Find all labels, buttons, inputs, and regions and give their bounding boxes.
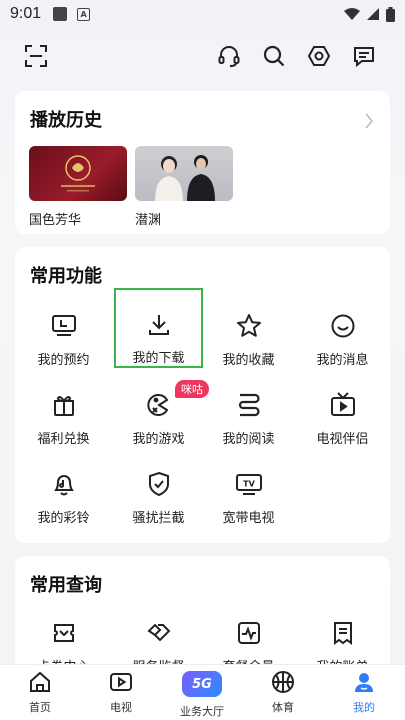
chevron-right-icon[interactable] xyxy=(364,113,374,129)
book-icon xyxy=(234,390,264,420)
status-right xyxy=(344,6,395,22)
headset-icon[interactable] xyxy=(215,42,243,70)
function-item-download[interactable]: 我的下载 xyxy=(114,288,203,368)
nav-label: 我的 xyxy=(353,701,375,714)
nav-sports[interactable]: 体育 xyxy=(248,669,318,719)
bill-icon xyxy=(328,618,358,648)
status-bar: 9:01 A xyxy=(0,0,405,28)
handshake-icon xyxy=(144,618,174,648)
function-item-reading[interactable]: 我的阅读 xyxy=(206,384,291,456)
notification-a-icon: A xyxy=(77,7,91,21)
search-icon[interactable] xyxy=(260,42,288,70)
svg-text:TV: TV xyxy=(243,480,255,489)
game-icon xyxy=(144,390,174,420)
star-icon xyxy=(234,311,264,341)
basketball-icon xyxy=(270,669,296,695)
nav-label: 电视 xyxy=(110,701,132,714)
play-tv-icon xyxy=(108,669,134,695)
function-item-tv-companion[interactable]: 电视伴侣 xyxy=(300,384,385,456)
user-icon xyxy=(351,669,377,695)
nav-label: 首页 xyxy=(29,701,51,714)
bell-icon xyxy=(49,469,79,499)
tv-reserve-icon xyxy=(49,311,79,341)
download-icon xyxy=(144,310,174,339)
nav-home[interactable]: 首页 xyxy=(5,669,75,719)
function-item-reserve[interactable]: 我的预约 xyxy=(21,305,106,377)
function-item-messages[interactable]: 我的消息 xyxy=(300,305,385,377)
function-label: 我的预约 xyxy=(37,353,90,368)
history-thumbnail[interactable] xyxy=(29,146,127,201)
nav-label: 业务大厅 xyxy=(180,705,224,718)
history-title: 播放历史 xyxy=(30,110,102,131)
function-item-ringtone[interactable]: 我的彩铃 xyxy=(21,463,106,535)
signal-icon xyxy=(367,8,379,20)
function-label: 宽带电视 xyxy=(222,511,275,526)
top-bar xyxy=(0,36,405,76)
notification-square-icon xyxy=(53,7,68,21)
function-label: 福利兑换 xyxy=(37,432,90,447)
function-label: 我的消息 xyxy=(316,353,369,368)
function-label: 我的彩铃 xyxy=(37,511,90,526)
pulse-icon xyxy=(234,618,264,648)
migu-badge: 咪咕 xyxy=(175,380,209,398)
coupon-icon xyxy=(49,618,79,648)
nav-mine[interactable]: 我的 xyxy=(329,669,399,719)
function-item-favorites[interactable]: 我的收藏 xyxy=(206,305,291,377)
function-label: 我的阅读 xyxy=(222,432,275,447)
function-label: 电视伴侣 xyxy=(316,432,369,447)
smile-message-icon xyxy=(328,311,358,341)
function-label: 骚扰拦截 xyxy=(132,511,185,526)
scan-icon[interactable] xyxy=(22,42,50,70)
function-label: 我的收藏 xyxy=(222,353,275,368)
function-label: 我的下载 xyxy=(132,351,185,366)
5g-icon: 5G xyxy=(182,671,222,697)
wifi-icon xyxy=(344,8,360,20)
bottom-nav: 首页 电视 5G 业务大厅 体育 我的 xyxy=(0,664,405,720)
queries-title: 常用查询 xyxy=(30,575,102,596)
function-item-gift[interactable]: 福利兑换 xyxy=(21,384,106,456)
settings-icon[interactable] xyxy=(305,42,333,70)
history-item-label[interactable]: 国色芳华 xyxy=(29,209,81,228)
nav-tv[interactable]: 电视 xyxy=(86,669,156,719)
nav-label: 体育 xyxy=(272,701,294,714)
message-icon[interactable] xyxy=(350,42,378,70)
history-card: 播放历史 国色芳华 潜渊 xyxy=(15,91,390,234)
tv-box-icon: TV xyxy=(234,469,264,499)
nav-business-hall[interactable]: 5G 业务大厅 xyxy=(167,669,237,719)
history-thumbnail[interactable] xyxy=(135,146,233,201)
home-icon xyxy=(27,669,53,695)
functions-title: 常用功能 xyxy=(30,266,102,287)
status-time: 9:01 xyxy=(10,5,42,22)
function-item-broadband-tv[interactable]: TV 宽带电视 xyxy=(206,463,291,535)
shield-icon xyxy=(144,469,174,499)
battery-icon xyxy=(386,6,395,22)
functions-card: 常用功能 我的预约 我的下载 我的收藏 我的消息 福利兑换 我的游戏 咪咕 我的… xyxy=(15,247,390,543)
tv-icon xyxy=(328,390,358,420)
function-label: 我的游戏 xyxy=(132,432,185,447)
poster-emblem-icon xyxy=(61,155,95,192)
poster-people-icon xyxy=(155,155,215,201)
history-item-label[interactable]: 潜渊 xyxy=(135,209,161,228)
gift-icon xyxy=(49,390,79,420)
function-item-block[interactable]: 骚扰拦截 xyxy=(116,463,201,535)
